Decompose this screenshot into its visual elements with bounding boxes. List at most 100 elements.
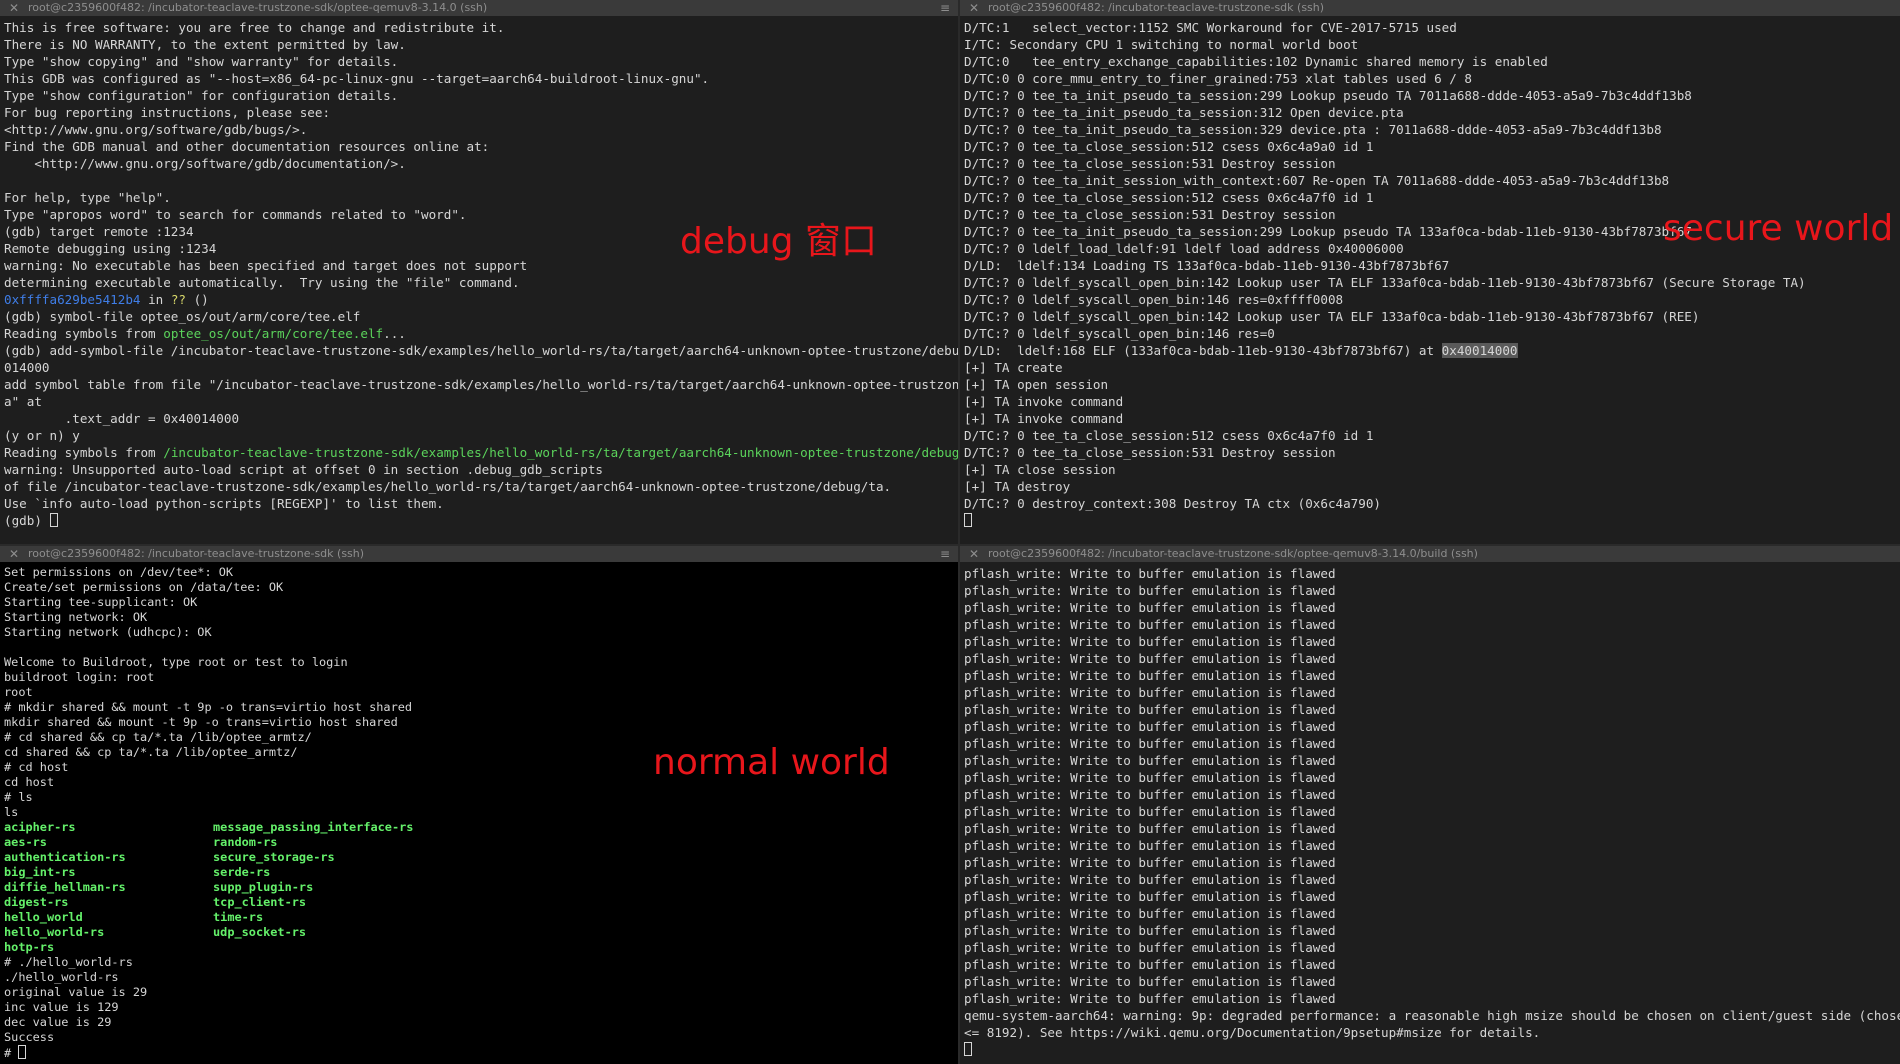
terminal-text: [+] TA open session (964, 377, 1109, 392)
terminal-prompt (964, 1041, 1900, 1058)
ls-entry: hello_world-rs (4, 925, 105, 939)
terminal-line: pflash_write: Write to buffer emulation … (964, 923, 1336, 938)
terminal-text: determining executable automatically. Tr… (4, 275, 520, 290)
terminal-line: warning: Unsupported auto-load script at… (4, 461, 958, 478)
terminal-line: pflash_write: Write to buffer emulation … (964, 600, 1336, 615)
terminal-text: D/TC:? 0 ldelf_syscall_open_bin:142 Look… (964, 309, 1700, 324)
terminal-text: [+] TA create (964, 360, 1063, 375)
terminal-text: (gdb) symbol-file optee_os/out/arm/core/… (4, 309, 361, 324)
terminal-line: pflash_write: Write to buffer emulation … (964, 889, 1336, 904)
ls-entry: digest-rs (4, 895, 69, 909)
terminal-output[interactable]: This is free software: you are free to c… (0, 16, 958, 529)
pane-title: root@c2359600f482: /incubator-teaclave-t… (988, 547, 1478, 560)
ls-entry: authentication-rs (4, 850, 126, 864)
menu-icon[interactable]: ≡ (940, 0, 950, 16)
terminal-text: (gdb) (4, 513, 50, 528)
close-icon[interactable]: ✕ (968, 546, 980, 562)
terminal-line: 014000 (4, 359, 958, 376)
terminal-text: Type "show configuration" for configurat… (4, 88, 399, 103)
terminal-line: inc value is 129 (4, 1000, 119, 1014)
annotation-debug-window: debug 窗口 (680, 221, 877, 262)
terminal-text: D/TC:? 0 tee_ta_close_session:512 csess … (964, 428, 1374, 443)
terminal-line: root (4, 685, 33, 699)
terminal-text: D/LD: ldelf:168 ELF (133af0ca-bdab-11eb-… (964, 343, 1442, 358)
terminal-output[interactable]: pflash_write: Write to buffer emulation … (960, 562, 1900, 1058)
terminal-text: a" at (4, 394, 42, 409)
pane-title: root@c2359600f482: /incubator-teaclave-t… (988, 1, 1325, 14)
terminal-line: Find the GDB manual and other documentat… (4, 138, 958, 155)
ls-row: acipher-rs message_passing_interface-rs (4, 820, 958, 835)
ls-entry: supp_plugin-rs (213, 880, 314, 894)
terminal-text: Use `info auto-load python-scripts [REGE… (4, 496, 444, 511)
terminal-text: Remote debugging using :1234 (4, 241, 217, 256)
terminal-line: pflash_write: Write to buffer emulation … (964, 804, 1336, 819)
terminal-line: of file /incubator-teaclave-trustzone-sd… (4, 478, 958, 495)
close-icon[interactable]: ✕ (968, 0, 980, 16)
terminal-line: a" at (4, 393, 958, 410)
terminal-line: pflash_write: Write to buffer emulation … (964, 872, 1336, 887)
pane-normal-world[interactable]: ✕ root@c2359600f482: /incubator-teaclave… (0, 546, 958, 1064)
pane-gdb-debug[interactable]: ✕ root@c2359600f482: /incubator-teaclave… (0, 0, 958, 544)
ls-entry: udp_socket-rs (213, 925, 307, 939)
terminal-text: D/TC:? 0 tee_ta_init_pseudo_ta_session:3… (964, 105, 1404, 120)
terminal-text: D/TC:? 0 tee_ta_close_session:512 csess … (964, 190, 1374, 205)
prompt-text: # (4, 1046, 19, 1060)
terminal-output[interactable]: D/TC:1 select_vector:1152 SMC Workaround… (960, 16, 1900, 529)
terminal-line: Success (4, 1030, 55, 1044)
close-icon[interactable]: ✕ (8, 546, 20, 562)
terminal-line: D/TC:? 0 tee_ta_close_session:531 Destro… (964, 155, 1900, 172)
terminal-text: Type "apropos word" to search for comman… (4, 207, 467, 222)
pane-title: root@c2359600f482: /incubator-teaclave-t… (28, 1, 488, 14)
terminal-text: D/TC:? 0 ldelf_load_ldelf:91 ldelf load … (964, 241, 1404, 256)
pane-titlebar: ✕ root@c2359600f482: /incubator-teaclave… (0, 546, 958, 562)
annotation-secure-world: secure world (1663, 208, 1894, 249)
terminal-line: pflash_write: Write to buffer emulation … (964, 566, 1336, 581)
terminal-line: Create/set permissions on /data/tee: OK (4, 580, 284, 594)
terminal-text: add symbol table from file "/incubator-t… (4, 377, 958, 392)
terminal-line: D/LD: ldelf:168 ELF (133af0ca-bdab-11eb-… (964, 342, 1900, 359)
terminal-line: D/TC:0 tee_entry_exchange_capabilities:1… (964, 53, 1900, 70)
terminal-text: Type "show copying" and "show warranty" … (4, 54, 399, 69)
terminal-line: D/TC:? 0 tee_ta_close_session:512 csess … (964, 189, 1900, 206)
terminal-line: add symbol table from file "/incubator-t… (4, 376, 958, 393)
terminal-line: This GDB was configured as "--host=x86_6… (4, 70, 958, 87)
ls-row: big_int-rs serde-rs (4, 865, 958, 880)
terminal-line: (y or n) y (4, 427, 958, 444)
cursor-block (49, 513, 58, 527)
terminal-line: pflash_write: Write to buffer emulation … (964, 974, 1336, 989)
terminal-text: [+] TA invoke command (964, 394, 1124, 409)
terminal-line: D/TC:? 0 ldelf_syscall_open_bin:142 Look… (964, 308, 1900, 325)
terminal-line: Starting network: OK (4, 610, 148, 624)
terminal-line (964, 512, 1900, 529)
ls-entry: aes-rs (4, 835, 47, 849)
close-icon[interactable]: ✕ (8, 0, 20, 16)
pane-qemu-build[interactable]: ✕ root@c2359600f482: /incubator-teaclave… (960, 546, 1900, 1064)
terminal-line: D/TC:? 0 tee_ta_init_pseudo_ta_session:3… (964, 121, 1900, 138)
terminal-text: .text_addr = 0x40014000 (4, 411, 240, 426)
terminal-line: <= 8192). See https://wiki.qemu.org/Docu… (964, 1025, 1541, 1040)
pane-secure-world[interactable]: ✕ root@c2359600f482: /incubator-teaclave… (960, 0, 1900, 544)
terminal-line: D/TC:? 0 ldelf_syscall_open_bin:142 Look… (964, 274, 1900, 291)
terminal-line: D/LD: ldelf:134 Loading TS 133af0ca-bdab… (964, 257, 1900, 274)
terminal-line: (gdb) (4, 512, 958, 529)
terminal-line: I/TC: Secondary CPU 1 switching to norma… (964, 36, 1900, 53)
menu-icon[interactable]: ≡ (940, 546, 950, 562)
terminal-text: D/TC:? 0 ldelf_syscall_open_bin:142 Look… (964, 275, 1806, 290)
annotation-normal-world: normal world (653, 742, 890, 783)
ls-entry: time-rs (213, 910, 264, 924)
terminal-line: pflash_write: Write to buffer emulation … (964, 940, 1336, 955)
terminal-output[interactable]: Set permissions on /dev/tee*: OK Create/s… (0, 562, 958, 1060)
terminal-text: For help, type "help". (4, 190, 171, 205)
ls-row: diffie_hellman-rs supp_plugin-rs (4, 880, 958, 895)
terminal-prompt: # (4, 1045, 958, 1060)
pane-title: root@c2359600f482: /incubator-teaclave-t… (28, 547, 365, 560)
pane-titlebar: ✕ root@c2359600f482: /incubator-teaclave… (960, 0, 1900, 16)
terminal-line: Reading symbols from optee_os/out/arm/co… (4, 325, 958, 342)
ls-row: hello_world time-rs (4, 910, 958, 925)
terminal-line: buildroot login: root (4, 670, 155, 684)
ls-row: digest-rs tcp_client-rs (4, 895, 958, 910)
terminal-line: pflash_write: Write to buffer emulation … (964, 957, 1336, 972)
terminal-line: pflash_write: Write to buffer emulation … (964, 991, 1336, 1006)
terminal-text: (y or n) y (4, 428, 80, 443)
